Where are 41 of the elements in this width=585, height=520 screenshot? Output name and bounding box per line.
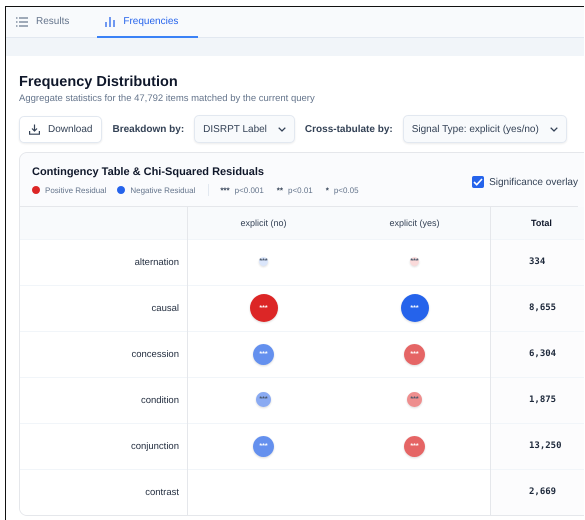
tab[interactable]: Results xyxy=(16,7,88,38)
significance-label: p<0.05 xyxy=(334,186,359,194)
significance-label: p<0.01 xyxy=(288,186,313,194)
column-header: explicit (no) xyxy=(188,207,339,239)
significance-stars: ** xyxy=(276,186,284,194)
overlay-label: Significance overlay xyxy=(489,176,578,188)
row-label: causal xyxy=(20,285,188,331)
row-label: conjunction xyxy=(20,423,188,469)
list-icon xyxy=(16,16,28,26)
legend-label: Negative Residual xyxy=(130,186,196,194)
download-button[interactable]: Download xyxy=(19,116,102,142)
row-label: condition xyxy=(20,377,188,423)
download-icon xyxy=(29,124,40,134)
page-subtitle: Aggregate statistics for the 47,792 items matched by the current query xyxy=(19,93,316,104)
checkmark-icon xyxy=(473,178,484,186)
total-cell: 334 xyxy=(490,239,584,285)
row-label: concession xyxy=(20,331,188,377)
total-cell: 8,655 xyxy=(490,285,584,331)
breakdown-dropdown[interactable]: DISRPT Label xyxy=(194,115,295,143)
column-header: explicit (yes) xyxy=(339,207,490,239)
significance-stars: *** xyxy=(220,186,230,194)
significance-stars: * xyxy=(326,186,329,194)
total-cell: 13,250 xyxy=(490,423,584,469)
cross-tabulate-dropdown[interactable]: Signal Type: explicit (yes/no) xyxy=(402,115,567,143)
page-heading: Frequency Distribution xyxy=(19,74,179,90)
column-header: Total xyxy=(490,207,584,239)
chevron-down-icon xyxy=(550,126,558,132)
checkbox[interactable] xyxy=(472,176,484,188)
significance-label: p<0.001 xyxy=(234,186,264,194)
total-cell: 6,304 xyxy=(490,331,584,377)
card-title: Contingency Table & Chi-Squared Residuals xyxy=(32,166,266,178)
significance-overlay-toggle[interactable]: Significance overlay xyxy=(472,176,578,188)
row-label: contrast xyxy=(20,469,188,515)
total-cell: 2,669 xyxy=(490,469,584,515)
breakdown-label: Breakdown by: xyxy=(112,124,184,134)
chevron-down-icon xyxy=(278,126,286,132)
row-label: alternation xyxy=(20,239,188,285)
total-cell: 1,875 xyxy=(490,377,584,423)
bar-chart-icon xyxy=(105,16,116,26)
cross-tabulate-label: Cross-tabulate by: xyxy=(304,124,393,134)
legend-label: Positive Residual xyxy=(45,186,106,194)
